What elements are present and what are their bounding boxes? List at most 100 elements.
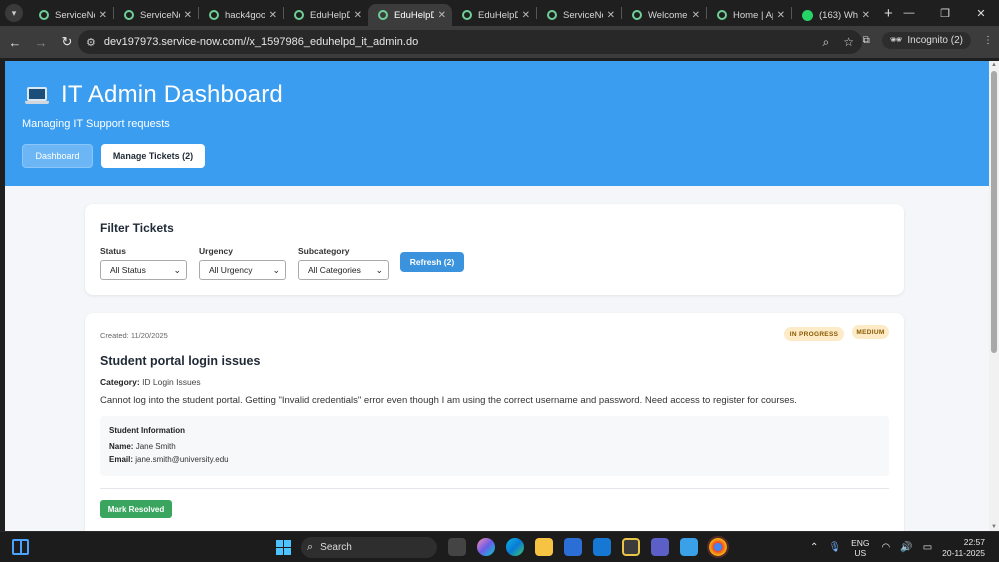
taskbar: ⌕ Search ⌃ 🎙 ENG US ◠ 🔊 ▭ 22:57 20-11-20… [0, 531, 999, 562]
tray-chevron-up-icon[interactable]: ⌃ [810, 542, 818, 553]
copilot-icon[interactable] [477, 538, 495, 556]
browser-tab[interactable]: EduHelpD ✕ [284, 4, 368, 26]
servicenow-icon [632, 10, 642, 20]
close-window-icon[interactable]: ✕ [963, 7, 999, 20]
servicenow-icon [462, 10, 472, 20]
servicenow-icon [39, 10, 49, 20]
incognito-badge[interactable]: 🕶 Incognito (2) [881, 32, 971, 49]
browser-tab-title: (163) Wha [819, 9, 858, 21]
close-tab-icon[interactable]: ✕ [777, 10, 785, 21]
clock-date: 20-11-2025 [942, 547, 985, 558]
browser-tab-title: EduHelpD [478, 9, 518, 21]
scroll-up-icon[interactable]: ▲ [991, 62, 997, 68]
urgency-select[interactable]: All Urgency ⌄ [199, 260, 286, 280]
subcategory-select[interactable]: All Categories ⌄ [298, 260, 389, 280]
reload-icon[interactable]: ↻ [56, 34, 78, 50]
servicenow-icon [547, 10, 557, 20]
extensions-icon[interactable]: ⧉ [863, 35, 870, 46]
browser-tab[interactable]: Welcome ✕ [622, 4, 706, 26]
url-text: dev197973.service-now.com//x_1597986_edu… [103, 36, 419, 48]
back-arrow-icon[interactable]: ← [4, 35, 26, 50]
lang-top: ENG [851, 537, 870, 548]
browser-tab[interactable]: Home | Ap ✕ [707, 4, 791, 26]
ticket-created-date: Created: 11/20/2025 [100, 331, 168, 340]
clock-time: 22:57 [963, 536, 985, 547]
tab-search-icon[interactable]: ▾ [5, 4, 23, 22]
filter-card: Filter Tickets Status All Status ⌄ Urgen… [85, 204, 904, 295]
language-indicator[interactable]: ENG US [851, 538, 869, 558]
manage-tickets-button[interactable]: Manage Tickets (2) [101, 144, 205, 168]
restore-icon[interactable]: ❐ [927, 7, 963, 20]
dashboard-header: IT Admin Dashboard Managing IT Support r… [5, 61, 989, 186]
scroll-down-icon[interactable]: ▼ [991, 524, 997, 530]
browser-tab-title: Home | Ap [733, 9, 773, 21]
refresh-button[interactable]: Refresh (2) [400, 252, 464, 272]
windows-start-icon[interactable] [276, 540, 291, 555]
microphone-icon[interactable]: 🎙 [828, 542, 841, 553]
close-tab-icon[interactable]: ✕ [184, 10, 192, 21]
file-explorer-icon[interactable] [535, 538, 553, 556]
close-tab-icon[interactable]: ✕ [354, 10, 362, 21]
subcategory-select-value: All Categories [308, 265, 361, 275]
minimize-icon[interactable]: — [891, 7, 927, 19]
site-info-icon[interactable]: ⚙ [86, 36, 96, 49]
mark-resolved-button[interactable]: Mark Resolved [100, 500, 172, 518]
teams-icon[interactable] [651, 538, 669, 556]
taskbar-search[interactable]: ⌕ Search [301, 537, 437, 558]
subcategory-label: Subcategory [298, 246, 350, 256]
ticket-card: Created: 11/20/2025 IN PROGRESS MEDIUM S… [85, 313, 904, 531]
menu-kebab-icon[interactable]: ⋮ [983, 35, 993, 46]
close-tab-icon[interactable]: ✕ [438, 10, 446, 21]
forward-arrow-icon[interactable]: → [30, 35, 52, 50]
system-tray: ⌃ 🎙 ENG US ◠ 🔊 ▭ 22:57 20-11-2025 [810, 532, 999, 562]
incognito-label: Incognito (2) [907, 35, 963, 46]
zoom-icon[interactable]: ⌕ [823, 35, 830, 50]
bookmark-star-icon[interactable]: ☆ [843, 35, 854, 50]
ticket-title: Student portal login issues [100, 354, 261, 368]
taskview-icon[interactable] [448, 538, 466, 556]
browser-tab[interactable]: ServiceNo ✕ [29, 4, 113, 26]
browser-tab[interactable]: (163) Wha ✕ [792, 4, 876, 26]
browser-tab-strip: ▾ ServiceNo ✕ ServiceNo ✕ hack4goo ✕ EduHelpD ✕… [0, 0, 999, 26]
close-tab-icon[interactable]: ✕ [607, 10, 615, 21]
chrome-icon[interactable] [707, 536, 729, 558]
browser-tab-title: ServiceNo [55, 9, 95, 21]
edge-icon[interactable] [506, 538, 524, 556]
ticket-description: Cannot log into the student portal. Gett… [100, 395, 797, 406]
urgency-select-value: All Urgency [209, 265, 253, 275]
browser-tab-title: EduHelpD [310, 9, 350, 21]
notepad-icon[interactable] [680, 538, 698, 556]
browser-tab-title: ServiceNo [140, 9, 180, 21]
store-icon[interactable] [564, 538, 582, 556]
sticky-notes-icon[interactable] [622, 538, 640, 556]
student-name-label: Name: [109, 442, 134, 451]
outlook-icon[interactable] [593, 538, 611, 556]
browser-tab[interactable]: ServiceNo ✕ [537, 4, 621, 26]
laptop-icon [25, 86, 49, 104]
status-select[interactable]: All Status ⌄ [100, 260, 187, 280]
scrollbar-thumb[interactable] [991, 71, 997, 353]
volume-icon[interactable]: 🔊 [900, 542, 912, 553]
ticket-divider [100, 488, 889, 489]
address-bar[interactable]: ⚙ dev197973.service-now.com//x_1597986_e… [78, 30, 862, 54]
close-tab-icon[interactable]: ✕ [99, 10, 107, 21]
close-tab-icon[interactable]: ✕ [269, 10, 277, 21]
clock[interactable]: 22:57 20-11-2025 [942, 537, 985, 559]
browser-tab[interactable]: EduHelpD ✕ [452, 4, 536, 26]
dashboard-button[interactable]: Dashboard [22, 144, 93, 168]
browser-tab[interactable]: hack4goo ✕ [199, 4, 283, 26]
widgets-icon[interactable] [12, 539, 29, 555]
wifi-icon[interactable]: ◠ [882, 542, 891, 553]
urgency-label: Urgency [199, 246, 234, 256]
close-tab-icon[interactable]: ✕ [862, 10, 870, 21]
browser-tab[interactable]: ServiceNo ✕ [114, 4, 198, 26]
status-select-value: All Status [110, 265, 146, 275]
page-scrollbar[interactable]: ▲ ▼ [989, 61, 999, 531]
browser-tab[interactable]: EduHelpD ✕ [368, 4, 452, 26]
search-icon: ⌕ [307, 541, 314, 553]
battery-icon[interactable]: ▭ [923, 542, 932, 553]
incognito-icon: 🕶 [889, 35, 903, 46]
urgency-filter-group: Urgency All Urgency ⌄ [199, 246, 286, 280]
close-tab-icon[interactable]: ✕ [522, 10, 530, 21]
close-tab-icon[interactable]: ✕ [692, 10, 700, 21]
